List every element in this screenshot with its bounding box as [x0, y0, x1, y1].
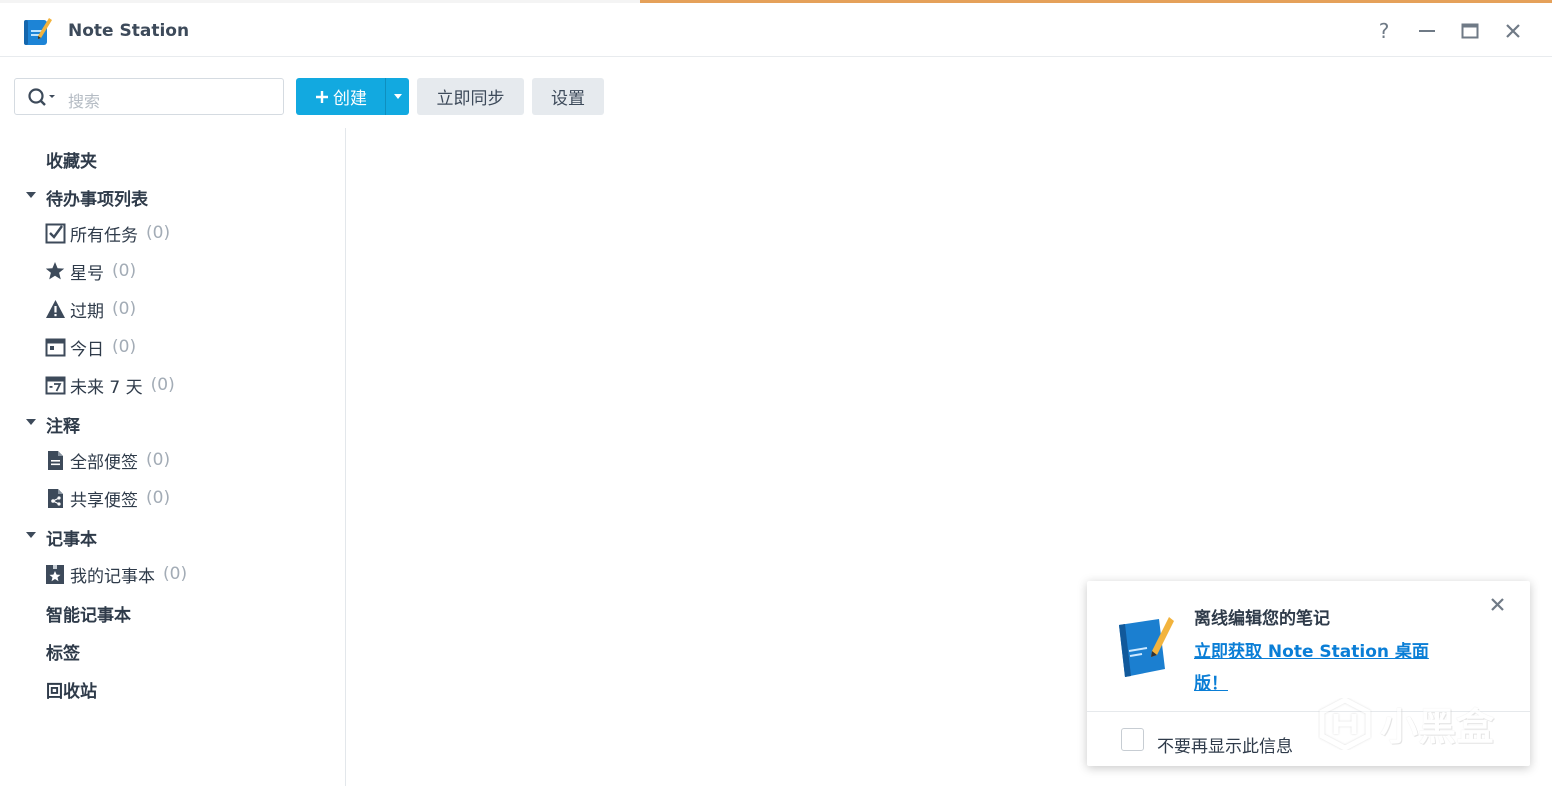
- sidebar-item-my-notebook[interactable]: 我的记事本 (0): [44, 561, 187, 587]
- sidebar-item-all-notes[interactable]: 全部便签 (0): [44, 447, 170, 473]
- collapse-todo-icon[interactable]: [26, 192, 36, 198]
- sync-now-button[interactable]: 立即同步: [417, 78, 524, 115]
- help-icon: ?: [1378, 19, 1390, 43]
- dont-show-again-checkbox[interactable]: [1121, 728, 1144, 751]
- create-label: 创建: [333, 89, 367, 109]
- sidebar-item-label: 我的记事本: [70, 566, 155, 587]
- sidebar-item-shared-notes[interactable]: 共享便签 (0): [44, 485, 170, 511]
- sidebar-item-overdue[interactable]: 过期 (0): [44, 296, 136, 322]
- sidebar-item-favorites[interactable]: 收藏夹: [46, 147, 97, 172]
- count-badge: (0): [112, 261, 137, 281]
- sidebar-item-today[interactable]: 今日 (0): [44, 334, 136, 360]
- close-button[interactable]: [1500, 18, 1526, 44]
- collapse-notebooks-icon[interactable]: [26, 532, 36, 538]
- warning-icon: [44, 298, 66, 320]
- sidebar-item-label: 未来 7 天: [70, 377, 143, 398]
- sidebar-item-label: 共享便签: [70, 490, 138, 511]
- get-desktop-app-link[interactable]: 立即获取 Note Station 桌面 版！: [1194, 636, 1454, 700]
- sidebar-item-starred[interactable]: 星号 (0): [44, 258, 136, 284]
- calendar-today-icon: [44, 336, 66, 358]
- note-station-desktop-icon: [1115, 615, 1177, 679]
- notebook-star-icon: [44, 563, 66, 585]
- checkbox-icon: [44, 222, 66, 244]
- sidebar-section-todo[interactable]: 待办事项列表: [46, 185, 148, 210]
- settings-button[interactable]: 设置: [532, 78, 604, 115]
- note-station-app-icon: [22, 16, 54, 48]
- link-line-1[interactable]: 立即获取 Note Station 桌面: [1194, 636, 1454, 668]
- close-icon: [1491, 598, 1504, 611]
- popup-close-button[interactable]: [1490, 593, 1505, 617]
- minimize-button[interactable]: [1414, 18, 1440, 44]
- create-main[interactable]: 创建: [296, 78, 386, 115]
- app-title: Note Station: [68, 21, 190, 41]
- calendar-7days-icon: [44, 374, 66, 396]
- count-badge: (0): [163, 564, 188, 584]
- help-button[interactable]: ?: [1371, 18, 1397, 44]
- create-dropdown-button[interactable]: [386, 78, 409, 115]
- sidebar-item-smart-notebooks[interactable]: 智能记事本: [46, 601, 131, 626]
- search-placeholder: 搜索: [68, 92, 101, 111]
- sidebar-item-label: 今日: [70, 339, 104, 360]
- popup-title: 离线编辑您的笔记: [1194, 609, 1330, 629]
- sidebar-item-tags[interactable]: 标签: [46, 639, 80, 664]
- sidebar-item-all-tasks[interactable]: 所有任务 (0): [44, 220, 170, 246]
- maximize-icon: [1461, 23, 1479, 39]
- count-badge: (0): [146, 450, 171, 470]
- sidebar-item-label: 所有任务: [70, 225, 138, 246]
- count-badge: (0): [146, 223, 171, 243]
- watermark: 小黑盒: [1318, 696, 1494, 751]
- dont-show-again-label[interactable]: 不要再显示此信息: [1157, 732, 1293, 757]
- sidebar-item-recycle-bin[interactable]: 回收站: [46, 677, 97, 702]
- sidebar-item-next-7-days[interactable]: 未来 7 天 (0): [44, 372, 175, 398]
- plus-icon: [316, 90, 328, 103]
- watermark-text: 小黑盒: [1380, 705, 1495, 749]
- collapse-notes-icon[interactable]: [26, 419, 36, 425]
- chevron-down-icon: [393, 93, 402, 99]
- sidebar-section-notebooks[interactable]: 记事本: [46, 525, 97, 550]
- close-icon: [1506, 24, 1520, 38]
- search-input[interactable]: 搜索: [14, 78, 284, 115]
- count-badge: (0): [150, 375, 175, 395]
- sidebar-item-label: 星号: [70, 263, 104, 284]
- create-button[interactable]: 创建: [296, 78, 409, 115]
- shared-note-icon: [44, 487, 66, 509]
- title-bar: Note Station ?: [0, 3, 1552, 57]
- sidebar-item-label: 全部便签: [70, 452, 138, 473]
- watermark-logo-icon: [1319, 697, 1371, 750]
- sidebar-divider: [345, 128, 346, 786]
- count-badge: (0): [112, 299, 137, 319]
- count-badge: (0): [112, 337, 137, 357]
- maximize-button[interactable]: [1457, 18, 1483, 44]
- minimize-icon: [1419, 30, 1435, 32]
- sidebar-section-notes[interactable]: 注释: [46, 412, 80, 437]
- sidebar-item-label: 过期: [70, 301, 104, 322]
- search-icon[interactable]: [27, 87, 63, 107]
- star-icon: [44, 260, 66, 282]
- count-badge: (0): [146, 488, 171, 508]
- note-icon: [44, 449, 66, 471]
